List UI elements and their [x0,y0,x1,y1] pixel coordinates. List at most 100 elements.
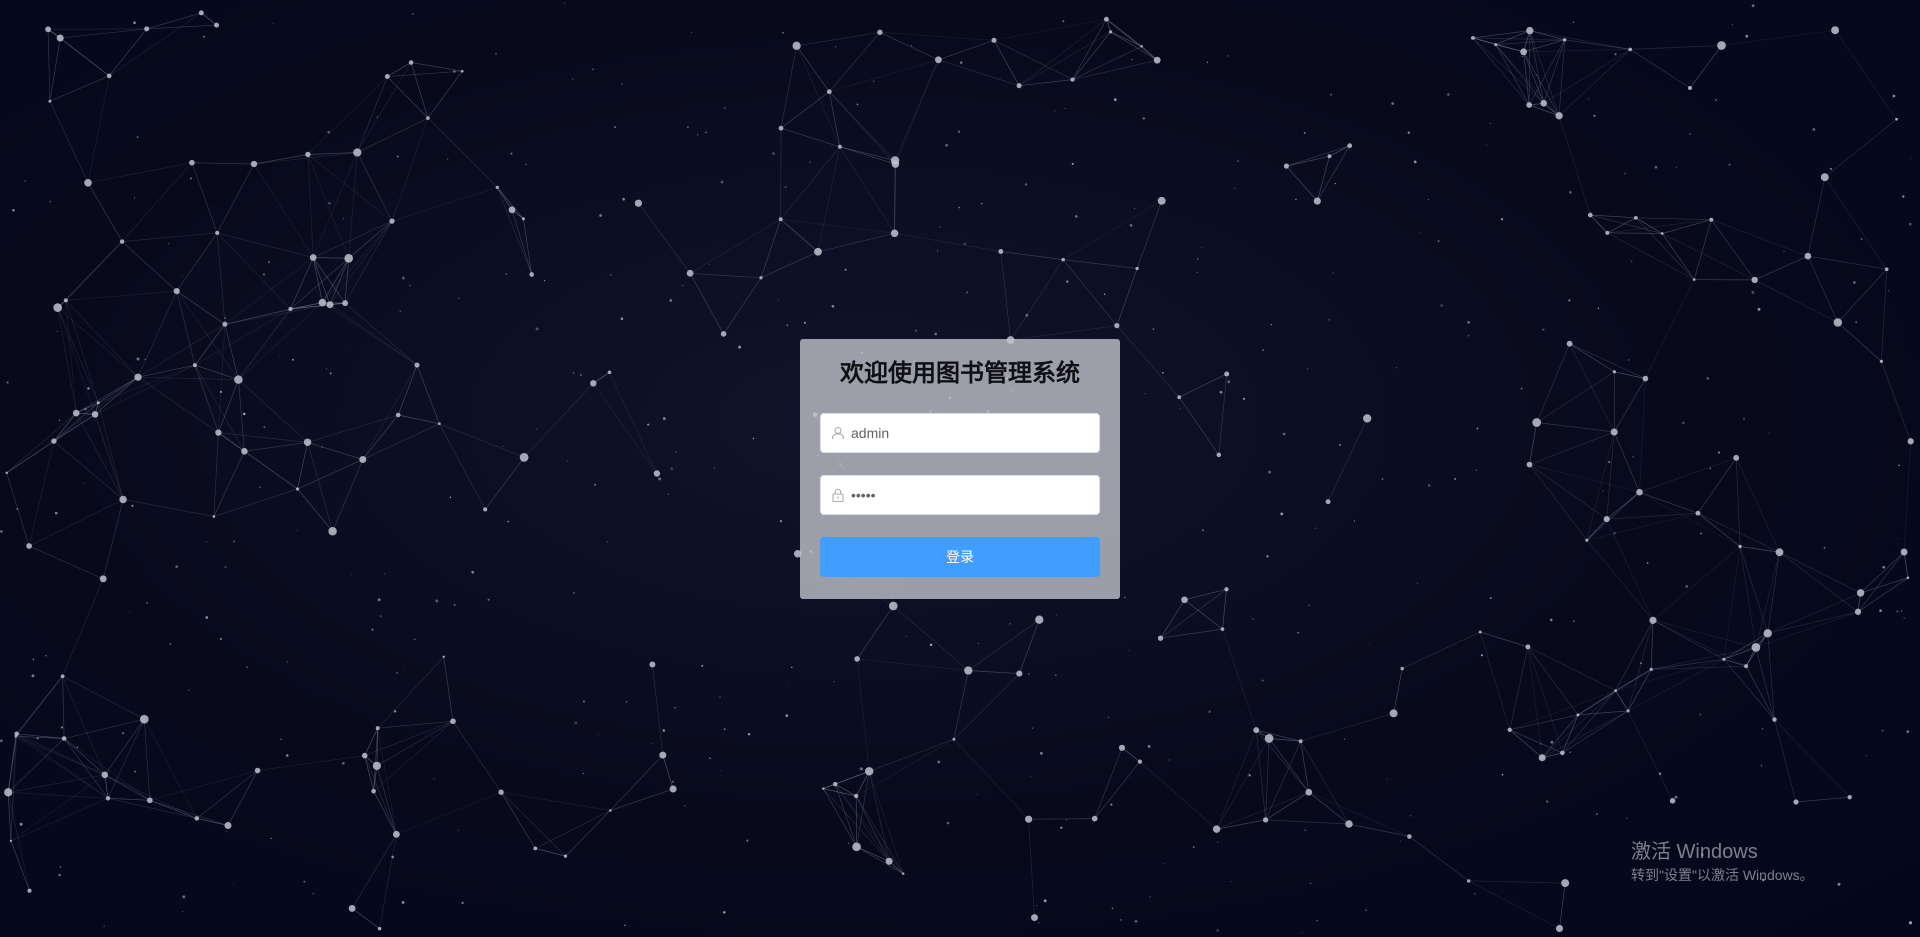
star [404,668,406,670]
network-link [565,810,611,857]
network-link [511,209,533,275]
network-link [348,220,393,259]
network-link [1160,588,1227,639]
star [1751,4,1755,8]
star [181,275,183,277]
star [599,214,602,217]
network-node [1717,41,1726,50]
network-link [1495,44,1524,53]
star [1906,730,1909,733]
network-link [1409,836,1469,882]
network-link [535,810,611,849]
username-input[interactable] [851,414,1091,452]
star [936,250,939,252]
star [1910,157,1912,159]
network-node [173,287,180,295]
network-link [1018,18,1107,86]
network-link [1509,646,1529,730]
network-link [104,774,150,801]
network-link [1509,690,1616,731]
star [1476,427,1479,430]
network-link [1779,551,1861,594]
network-node [1103,16,1109,22]
network-link [523,218,533,275]
star [342,218,344,220]
star [1542,328,1545,331]
network-node [1751,643,1761,652]
network-link [329,304,418,366]
star [329,372,332,375]
network-node [1763,629,1772,638]
network-link [109,12,202,77]
network-link [1536,371,1615,423]
network-node [295,487,300,491]
star [134,770,137,773]
network-link [1265,819,1350,825]
network-node [1555,112,1563,120]
network-link [362,423,440,460]
lock-icon [832,488,844,502]
star [747,732,751,736]
star [303,880,306,883]
network-link [1562,710,1629,754]
network-node [607,370,612,375]
star [1310,882,1312,885]
network-node [1347,143,1353,149]
network-node [60,674,65,679]
network-node [1114,323,1120,329]
star [32,658,35,661]
network-node [348,904,356,912]
username-field[interactable] [820,413,1100,453]
network-link [856,605,894,660]
network-link [496,187,533,275]
network-node [1532,418,1542,427]
network-link [57,241,123,308]
network-link [953,738,1029,820]
network-link [1807,255,1839,323]
network-link [780,146,841,220]
network-link [322,220,393,303]
network-node [1907,438,1914,445]
network-link [1062,259,1118,326]
network-link [108,28,147,77]
star [856,103,859,106]
network-link [1613,378,1646,433]
star [461,901,464,905]
password-input[interactable] [851,476,1091,514]
star [779,519,783,523]
star [263,426,266,429]
network-node [837,144,842,149]
password-field[interactable] [820,475,1100,515]
star [1569,751,1571,753]
network-link [1723,632,1768,660]
star [929,643,933,647]
network-link [1184,588,1227,601]
network-link [397,364,418,416]
network-link [98,364,196,404]
star [1332,272,1334,274]
star [279,355,281,357]
star [1627,359,1630,361]
network-link [348,152,358,259]
network-node [1906,576,1910,580]
network-link [344,220,393,304]
star [169,642,172,646]
network-link [1697,512,1741,547]
network-node [1262,817,1269,823]
network-link [1652,619,1725,660]
network-node [194,816,200,821]
network-node [359,455,367,464]
login-button[interactable]: 登录 [820,537,1100,577]
network-node [222,321,228,327]
star [1217,841,1219,843]
star [1248,774,1251,777]
network-link [1857,577,1909,613]
network-link [87,75,110,183]
star [1066,280,1069,283]
star [709,264,711,265]
network-link [869,738,955,772]
network-node [1389,709,1398,718]
star [1060,826,1063,829]
star [1120,919,1122,921]
network-link [1308,791,1350,825]
